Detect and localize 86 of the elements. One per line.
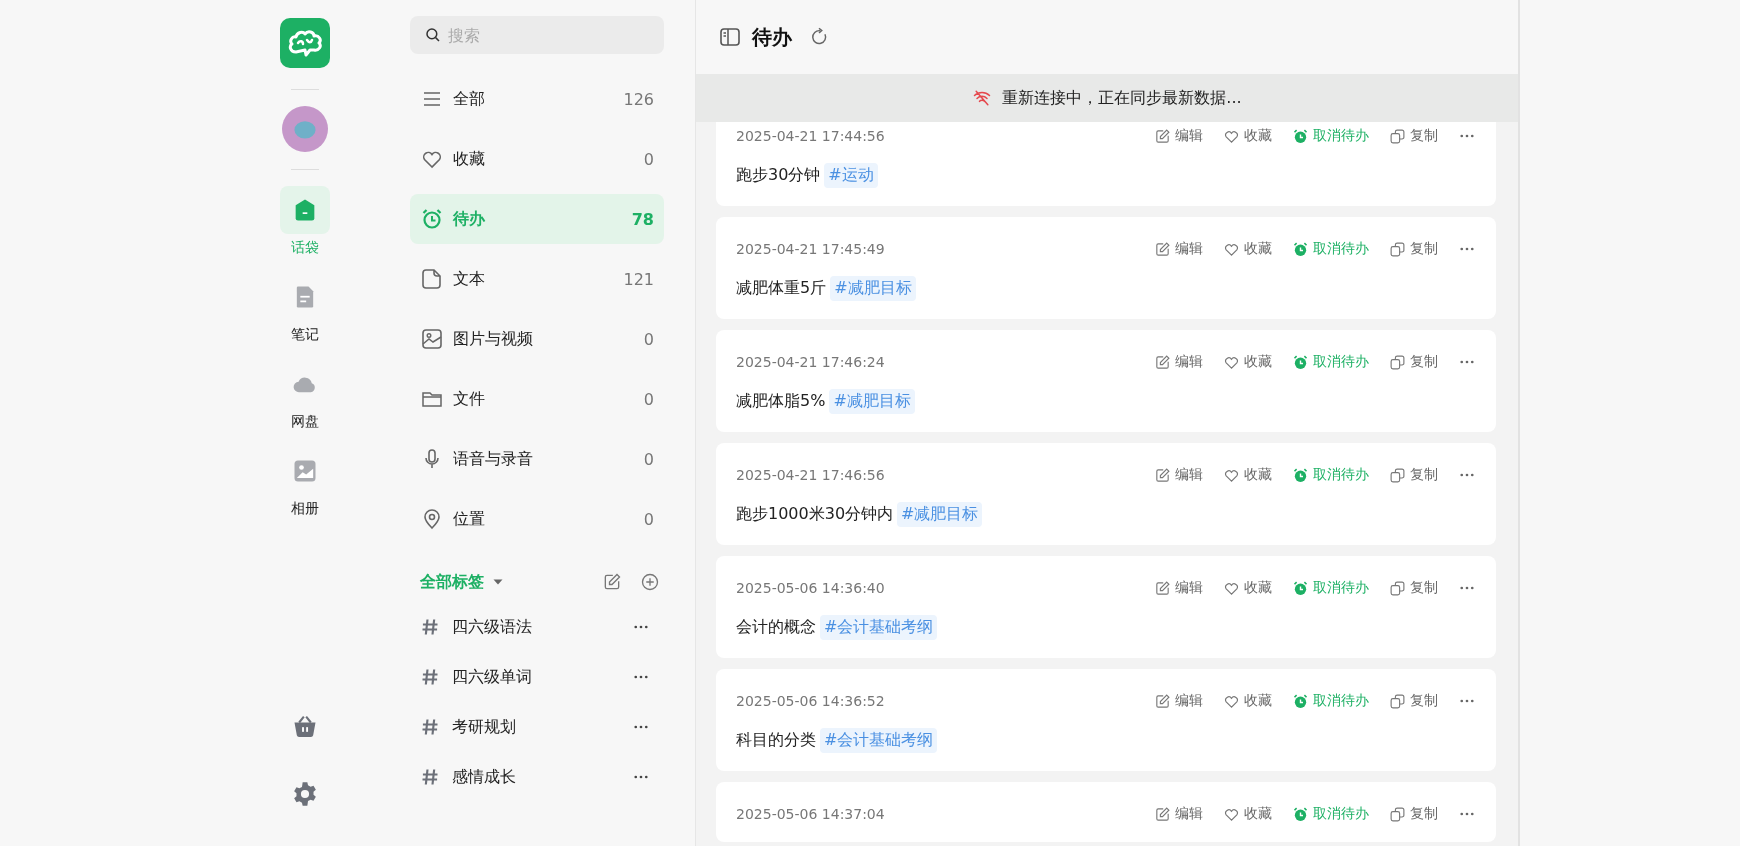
category-item[interactable]: 收藏 0 [410,134,664,184]
note-time: 2025-04-21 17:44:56 [736,128,886,144]
note-text: 跑步30分钟 [736,164,821,186]
alarm-clock-icon [1292,240,1309,258]
edit-icon [1154,805,1171,823]
favorite-button[interactable]: 收藏 [1223,579,1272,597]
copy-button[interactable]: 复制 [1389,805,1438,823]
nav-item[interactable]: 笔记 [277,273,333,344]
edit-button[interactable]: 编辑 [1154,353,1203,371]
copy-icon [1389,127,1406,145]
copy-button[interactable]: 复制 [1389,127,1438,145]
tag-item[interactable]: 四六级语法 [410,602,664,652]
copy-button[interactable]: 复制 [1389,240,1438,258]
hash-icon [420,717,440,737]
favorite-button[interactable]: 收藏 [1223,240,1272,258]
add-icon[interactable] [640,572,660,592]
favorite-button[interactable]: 收藏 [1223,127,1272,145]
sidebar-toggle-icon[interactable] [718,25,742,49]
copy-icon [1389,240,1406,258]
copy-icon [1389,579,1406,597]
note-time: 2025-05-06 14:36:52 [736,693,886,709]
hash-icon [420,617,440,637]
search-field[interactable]: 搜索 [410,16,664,54]
settings-icon[interactable] [291,780,319,808]
hash-icon [420,767,440,787]
category-item[interactable]: 图片与视频 0 [410,314,664,364]
note-text: 减肥体重5斤 [736,277,827,299]
document-icon [420,267,444,291]
edit-icon [1154,579,1171,597]
hash-icon [420,667,440,687]
note-text: 会计的概念 [736,616,816,638]
edit-button[interactable]: 编辑 [1154,692,1203,710]
nav-item[interactable]: 相册 [277,447,333,518]
note-time: 2025-04-21 17:45:49 [736,241,886,257]
image-icon [420,327,444,351]
search-icon [424,26,442,44]
tag-item[interactable]: 四六级单词 [410,652,664,702]
note-time: 2025-04-21 17:46:56 [736,467,886,483]
edit-icon [1154,127,1171,145]
alarm-clock-icon [1292,579,1309,597]
tag-item[interactable]: 感情成长 [410,752,664,802]
note-text: 跑步1000米30分钟内 [736,503,894,525]
edit-button[interactable]: 编辑 [1154,240,1203,258]
note-text: 科目的分类 [736,729,816,751]
nav-item[interactable]: 网盘 [277,360,333,431]
copy-icon [1389,692,1406,710]
copy-button[interactable]: 复制 [1389,692,1438,710]
copy-icon [1389,466,1406,484]
edit-icon [1154,466,1171,484]
edit-icon[interactable] [602,572,622,592]
alarm-clock-icon [420,207,444,231]
category-item[interactable]: 全部 126 [410,74,664,124]
note-time: 2025-04-21 17:46:24 [736,354,886,370]
edit-button[interactable]: 编辑 [1154,127,1203,145]
sync-message: 重新连接中，正在同步最新数据... [1002,87,1242,109]
edit-icon [1154,353,1171,371]
category-item[interactable]: 文本 121 [410,254,664,304]
note-time: 2025-05-06 14:37:04 [736,806,886,822]
alarm-clock-icon [1292,805,1309,823]
wifi-off-icon [972,88,993,108]
note-text: 减肥体脂5% [736,390,826,412]
favorite-button[interactable]: 收藏 [1223,692,1272,710]
edit-icon [1154,692,1171,710]
note-time: 2025-05-06 14:36:40 [736,580,886,596]
alarm-clock-icon [1292,692,1309,710]
favorite-button[interactable]: 收藏 [1223,805,1272,823]
alarm-clock-icon [1292,353,1309,371]
alarm-clock-icon [1292,466,1309,484]
copy-icon [1389,353,1406,371]
edit-button[interactable]: 编辑 [1154,805,1203,823]
category-item[interactable]: 文件 0 [410,374,664,424]
favorite-button[interactable]: 收藏 [1223,353,1272,371]
page-title: 待办 [752,23,792,51]
app-logo [280,18,330,68]
category-item[interactable]: 语音与录音 0 [410,434,664,484]
copy-icon [1389,805,1406,823]
edit-icon [1154,240,1171,258]
edit-button[interactable]: 编辑 [1154,579,1203,597]
alarm-clock-icon [1292,127,1309,145]
favorite-button[interactable]: 收藏 [1223,466,1272,484]
category-item[interactable]: 位置 0 [410,494,664,544]
tag-item[interactable]: 考研规划 [410,702,664,752]
edit-button[interactable]: 编辑 [1154,466,1203,484]
copy-button[interactable]: 复制 [1389,353,1438,371]
copy-button[interactable]: 复制 [1389,579,1438,597]
copy-button[interactable]: 复制 [1389,466,1438,484]
